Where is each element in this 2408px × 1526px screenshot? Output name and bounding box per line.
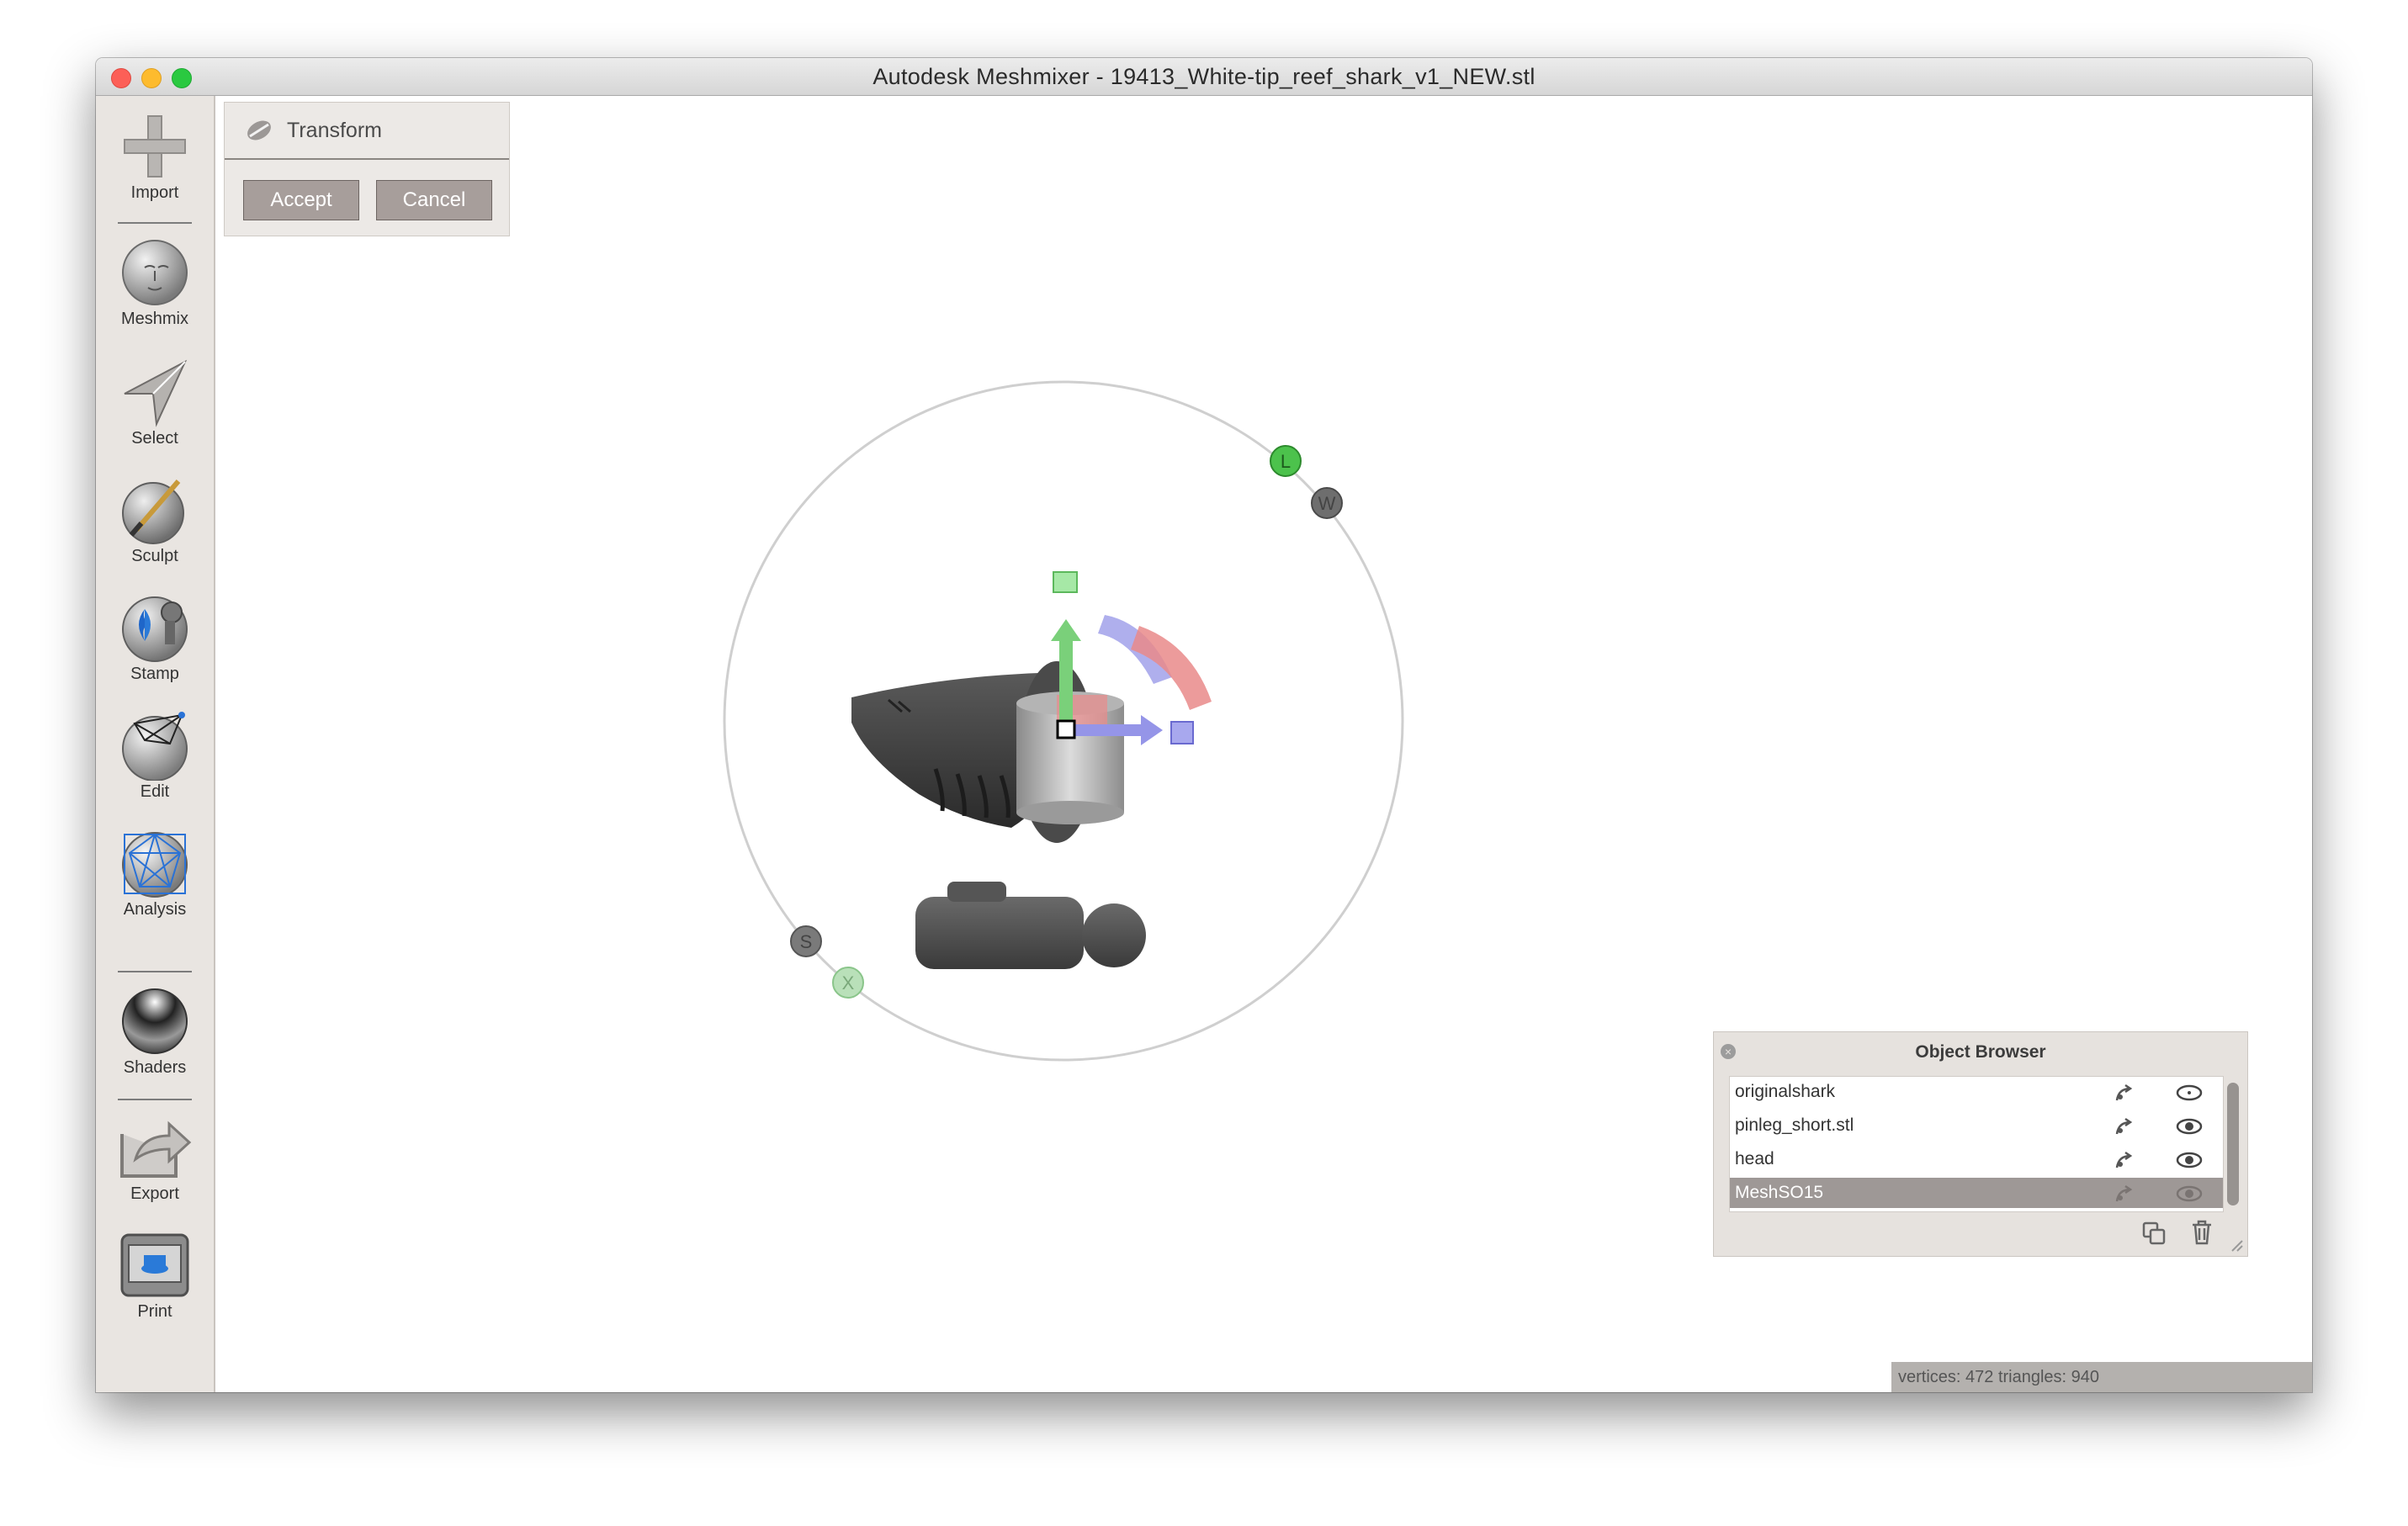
local-frame-handle[interactable]: L [1270, 445, 1302, 477]
shaders-tool[interactable]: Shaders [96, 986, 214, 1078]
edit-tool[interactable]: Edit [96, 710, 214, 802]
visibility-icon[interactable] [2176, 1184, 2203, 1203]
sculpt-label: Sculpt [131, 547, 178, 565]
object-row[interactable]: head [1730, 1144, 2223, 1174]
transform-icon [247, 120, 271, 140]
main-toolbar: Import Meshmix Select Sculpt Stamp Edit … [96, 96, 215, 1392]
app-window: Autodesk Meshmixer - 19413_White-tip_ree… [96, 58, 2312, 1392]
resize-grip-icon[interactable] [2229, 1237, 2244, 1253]
mesh-stats-status: vertices: 472 triangles: 940 [1891, 1362, 2312, 1392]
object-name: MeshSO15 [1735, 1183, 1824, 1202]
transform-object-icon[interactable] [2114, 1117, 2137, 1137]
edit-icon [122, 712, 188, 781]
visibility-icon[interactable] [2176, 1084, 2203, 1102]
visibility-icon[interactable] [2176, 1151, 2203, 1169]
world-frame-handle[interactable]: W [1311, 487, 1343, 519]
export-label: Export [130, 1184, 179, 1203]
select-label: Select [131, 429, 178, 448]
sculpt-brush-icon [122, 480, 184, 544]
object-row[interactable]: originalshark [1730, 1077, 2223, 1107]
object-list-scrollbar[interactable] [2227, 1083, 2239, 1205]
print-tool[interactable]: Print [96, 1230, 214, 1322]
x-scale-handle[interactable] [1170, 721, 1194, 744]
object-row-selected[interactable]: MeshSO15 [1730, 1178, 2223, 1208]
window-title: Autodesk Meshmixer - 19413_White-tip_ree… [873, 64, 1535, 89]
analysis-label: Analysis [123, 900, 187, 919]
stamp-icon [122, 596, 188, 662]
axis-handle[interactable]: X [832, 967, 864, 999]
y-axis-arrowhead[interactable] [1051, 619, 1081, 641]
object-name: originalshark [1735, 1082, 1836, 1101]
transform-panel: Transform Accept Cancel [224, 102, 510, 236]
toolbar-divider [118, 1099, 192, 1100]
sculpt-tool[interactable]: Sculpt [96, 474, 214, 566]
export-icon [120, 1121, 192, 1178]
center-handle[interactable] [1056, 719, 1076, 739]
world-frame-letter: W [1318, 493, 1336, 514]
object-row[interactable]: pinleg_short.stl [1730, 1110, 2223, 1141]
rotate-arc-red[interactable] [1131, 626, 1212, 710]
y-scale-handle[interactable] [1053, 571, 1078, 593]
object-name: head [1735, 1149, 1774, 1168]
x-axis-shaft[interactable] [1067, 724, 1144, 736]
import-label: Import [130, 183, 179, 202]
edit-label: Edit [140, 782, 170, 801]
title-bar: Autodesk Meshmixer - 19413_White-tip_ree… [96, 58, 2312, 96]
y-axis-shaft[interactable] [1059, 636, 1073, 725]
shaders-label: Shaders [123, 1058, 187, 1077]
local-frame-letter: L [1281, 451, 1291, 472]
meshmix-head-icon [122, 240, 188, 305]
shader-sphere-icon [122, 988, 188, 1054]
meshmix-label: Meshmix [120, 310, 188, 328]
object-name: pinleg_short.stl [1735, 1115, 1854, 1135]
axis-handle-letter: X [842, 972, 855, 993]
visibility-icon[interactable] [2176, 1117, 2203, 1136]
transform-object-icon[interactable] [2114, 1184, 2137, 1205]
plus-icon [124, 115, 186, 178]
transform-object-icon[interactable] [2114, 1151, 2137, 1171]
duplicate-icon[interactable] [2141, 1221, 2167, 1246]
analysis-tool[interactable]: Analysis [96, 828, 214, 919]
object-list: originalshark pinleg_short.stl head Mesh… [1729, 1076, 2224, 1212]
x-axis-arrowhead[interactable] [1141, 715, 1163, 745]
select-arrow-icon [124, 359, 188, 427]
toolbar-divider [118, 971, 192, 972]
scale-handle[interactable]: S [790, 925, 822, 957]
printer-icon [120, 1233, 189, 1297]
cancel-button[interactable]: Cancel [376, 180, 492, 220]
transform-object-icon[interactable] [2114, 1084, 2137, 1104]
toolbar-divider [118, 222, 192, 224]
object-browser-title: Object Browser [1915, 1042, 2046, 1062]
select-tool[interactable]: Select [96, 357, 214, 448]
stamp-tool[interactable]: Stamp [96, 592, 214, 684]
object-browser: × Object Browser originalshark pinleg_sh… [1713, 1031, 2248, 1257]
meshmix-tool[interactable]: Meshmix [96, 237, 214, 329]
analysis-mesh-icon [122, 832, 188, 898]
stamp-label: Stamp [130, 665, 179, 683]
trash-icon[interactable] [2190, 1219, 2214, 1246]
export-tool[interactable]: Export [96, 1112, 214, 1204]
transform-panel-title: Transform [287, 119, 382, 142]
print-label: Print [137, 1302, 172, 1321]
pinleg-mesh[interactable] [915, 882, 1146, 969]
accept-button[interactable]: Accept [243, 180, 359, 220]
transform-gizmo[interactable] [1051, 571, 1212, 745]
scale-handle-letter: S [800, 931, 813, 952]
transform-panel-header: Transform [225, 103, 509, 160]
import-tool[interactable]: Import [96, 111, 214, 203]
